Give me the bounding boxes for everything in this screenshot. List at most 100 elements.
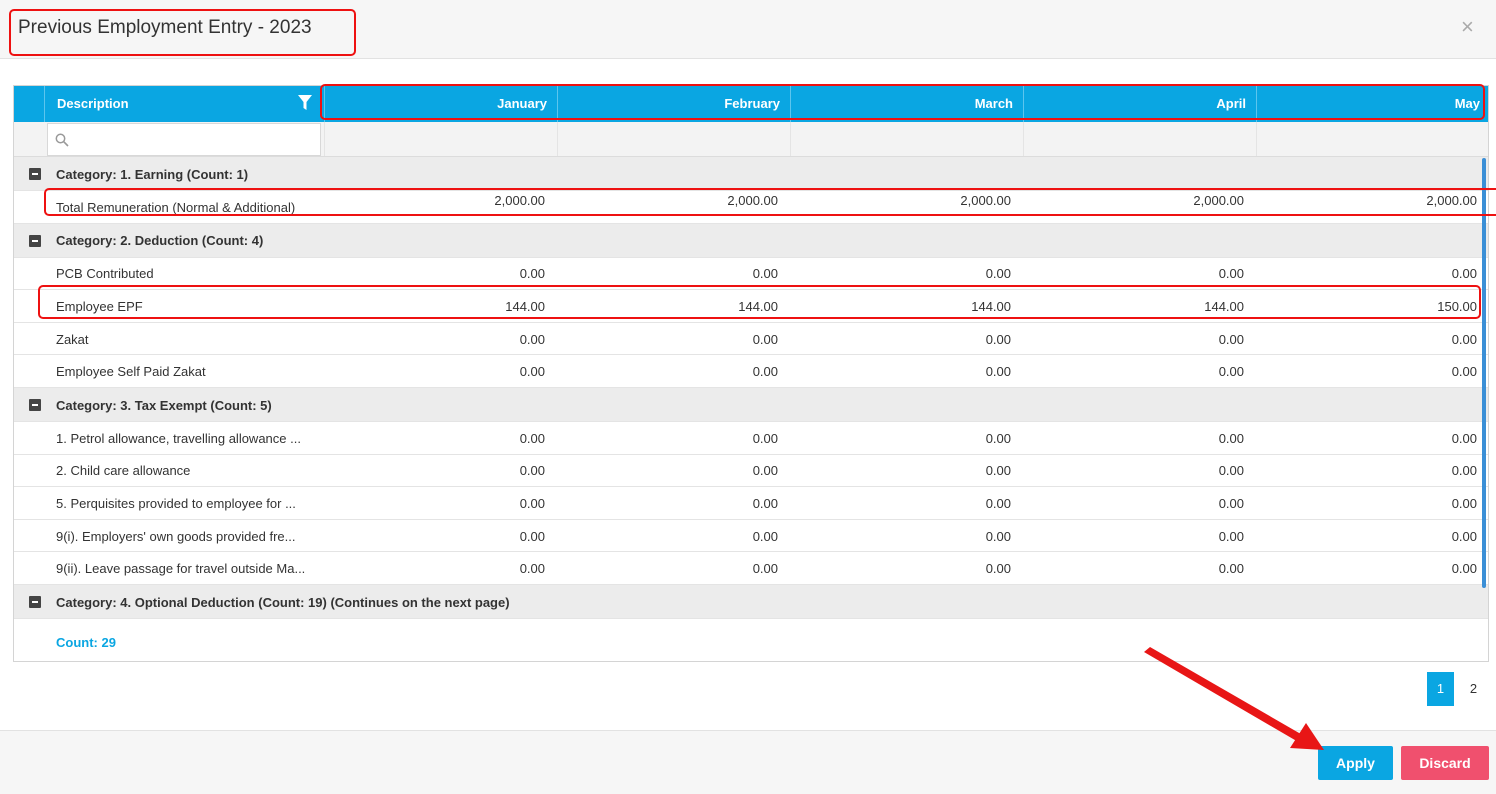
row-description: 9(ii). Leave passage for travel outside … (56, 561, 306, 577)
row-value-cell[interactable]: 0.00 (1044, 463, 1244, 478)
row-value-cell[interactable]: 0.00 (811, 529, 1011, 544)
row-value-cell[interactable]: 0.00 (1277, 431, 1477, 446)
column-header-january[interactable]: January (324, 86, 557, 122)
collapse-icon[interactable] (29, 596, 41, 608)
row-value-cell[interactable]: 150.00 (1277, 299, 1477, 314)
table-row: 9(ii). Leave passage for travel outside … (14, 552, 1488, 585)
row-value-cell[interactable]: 144.00 (578, 299, 778, 314)
column-header-february[interactable]: February (557, 86, 790, 122)
row-value-cell[interactable]: 0.00 (578, 496, 778, 511)
dialog-header: Previous Employment Entry - 2023 × (0, 0, 1496, 59)
table-row: 2. Child care allowance 0.00 0.00 0.00 0.00 0… (14, 455, 1488, 488)
table-row: 1. Petrol allowance, travelling allowanc… (14, 422, 1488, 455)
table-row: 9(i). Employers' own goods provided fre.… (14, 520, 1488, 553)
dialog-title: Previous Employment Entry - 2023 (18, 17, 312, 38)
row-value-cell[interactable]: 0.00 (811, 496, 1011, 511)
row-value-cell[interactable]: 0.00 (1044, 561, 1244, 576)
row-value-cell[interactable]: 0.00 (578, 431, 778, 446)
row-value-cell[interactable]: 0.00 (1277, 364, 1477, 379)
row-description: Zakat (56, 331, 89, 347)
row-description: PCB Contributed (56, 266, 154, 282)
row-value-cell[interactable]: 0.00 (345, 529, 545, 544)
employment-grid: Description January February March April… (13, 85, 1489, 662)
vertical-scrollbar[interactable] (1482, 158, 1486, 588)
category-label: Category: 4. Optional Deduction (Count: … (56, 594, 510, 610)
row-value-cell[interactable]: 0.00 (578, 332, 778, 347)
row-value-cell[interactable]: 0.00 (1044, 364, 1244, 379)
row-description: 1. Petrol allowance, travelling allowanc… (56, 430, 301, 446)
row-value-cell[interactable]: 0.00 (811, 561, 1011, 576)
row-value-cell[interactable]: 0.00 (1277, 266, 1477, 281)
filter-cell (1023, 122, 1256, 156)
total-count: Count: 29 (56, 635, 116, 650)
column-header-label: Description (57, 96, 129, 111)
table-row: Total Remuneration (Normal & Additional)… (14, 191, 1488, 224)
page-1-button[interactable]: 1 (1427, 672, 1454, 706)
category-label: Category: 1. Earning (Count: 1) (56, 166, 249, 182)
row-value-cell[interactable]: 0.00 (1277, 496, 1477, 511)
row-value-cell[interactable]: 144.00 (811, 299, 1011, 314)
close-icon[interactable]: × (1461, 14, 1474, 40)
row-value-cell[interactable]: 0.00 (578, 561, 778, 576)
row-value-cell[interactable]: 0.00 (345, 463, 545, 478)
row-value-cell[interactable]: 0.00 (1044, 332, 1244, 347)
category-row: Category: 2. Deduction (Count: 4) (14, 223, 1488, 258)
table-row: 5. Perquisites provided to employee for … (14, 487, 1488, 520)
row-value-cell[interactable]: 0.00 (1044, 431, 1244, 446)
collapse-icon[interactable] (29, 234, 41, 247)
row-value-cell[interactable]: 0.00 (1044, 266, 1244, 281)
row-value-cell[interactable]: 0.00 (1044, 496, 1244, 511)
row-description: Employee EPF (56, 298, 143, 314)
row-value-cell[interactable]: 0.00 (345, 496, 545, 511)
row-value-cell[interactable]: 0.00 (1277, 529, 1477, 544)
column-header-march[interactable]: March (790, 86, 1023, 122)
filter-cell (1256, 122, 1488, 156)
row-value-cell[interactable]: 0.00 (811, 266, 1011, 281)
page-2-button[interactable]: 2 (1460, 672, 1487, 706)
row-value-cell[interactable]: 0.00 (345, 561, 545, 576)
row-value-cell[interactable]: 0.00 (1277, 561, 1477, 576)
discard-button[interactable]: Discard (1401, 746, 1489, 780)
row-description: 9(i). Employers' own goods provided fre.… (56, 528, 296, 544)
column-header-description[interactable]: Description (44, 86, 324, 122)
column-header-may[interactable]: May (1256, 86, 1488, 122)
category-label: Category: 2. Deduction (Count: 4) (56, 233, 264, 249)
row-value-cell[interactable]: 0.00 (578, 463, 778, 478)
filter-icon[interactable] (298, 95, 312, 111)
grid-footer-row: Count: 29 (14, 619, 1488, 661)
collapse-icon[interactable] (29, 168, 41, 180)
row-value-cell[interactable]: 0.00 (578, 529, 778, 544)
description-search-input[interactable] (47, 123, 321, 156)
filter-cell (324, 122, 557, 156)
row-value-cell[interactable]: 0.00 (1044, 529, 1244, 544)
row-value-cell[interactable]: 0.00 (578, 266, 778, 281)
row-value-cell[interactable]: 0.00 (1277, 463, 1477, 478)
row-value-cell[interactable]: 144.00 (345, 299, 545, 314)
row-value-cell[interactable]: 2,000.00 (345, 193, 545, 208)
row-value-cell[interactable]: 0.00 (811, 332, 1011, 347)
apply-button[interactable]: Apply (1318, 746, 1393, 780)
row-value-cell[interactable]: 0.00 (345, 431, 545, 446)
grid-header-row: Description January February March April… (14, 86, 1488, 122)
category-row: Category: 4. Optional Deduction (Count: … (14, 585, 1488, 619)
row-value-cell[interactable]: 0.00 (811, 463, 1011, 478)
row-value-cell[interactable]: 0.00 (345, 332, 545, 347)
row-value-cell[interactable]: 2,000.00 (1044, 193, 1244, 208)
row-value-cell[interactable]: 144.00 (1044, 299, 1244, 314)
row-value-cell[interactable]: 0.00 (345, 364, 545, 379)
collapse-icon[interactable] (29, 399, 41, 411)
dialog-footer (0, 730, 1496, 794)
row-value-cell[interactable]: 0.00 (345, 266, 545, 281)
row-value-cell[interactable]: 0.00 (1277, 332, 1477, 347)
row-value-cell[interactable]: 2,000.00 (578, 193, 778, 208)
filter-row (14, 122, 1488, 157)
row-value-cell[interactable]: 2,000.00 (811, 193, 1011, 208)
row-value-cell[interactable]: 2,000.00 (1277, 193, 1477, 208)
filter-cell (790, 122, 1023, 156)
row-value-cell[interactable]: 0.00 (811, 431, 1011, 446)
column-header-april[interactable]: April (1023, 86, 1256, 122)
row-value-cell[interactable]: 0.00 (578, 364, 778, 379)
row-value-cell[interactable]: 0.00 (811, 364, 1011, 379)
table-row: Zakat 0.00 0.00 0.00 0.00 0.00 (14, 323, 1488, 356)
category-row: Category: 1. Earning (Count: 1) (14, 157, 1488, 191)
